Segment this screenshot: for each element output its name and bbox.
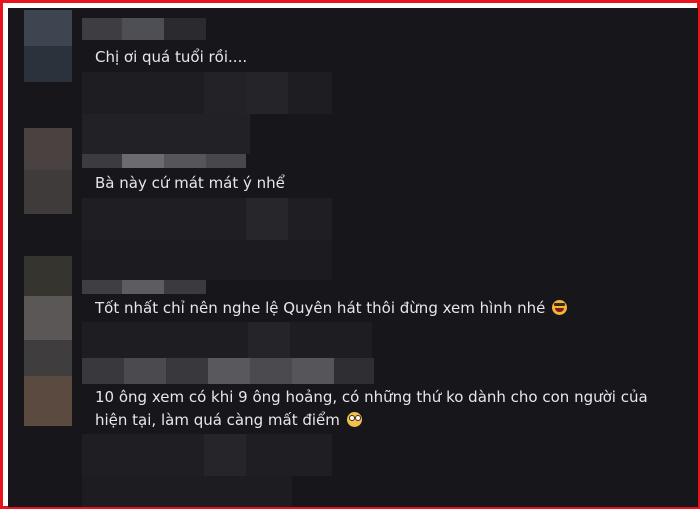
comment-text-line-1: 10 ông xem có khi 9 ông hoảng, có những … bbox=[95, 388, 648, 406]
flushed-face-emoji-icon bbox=[346, 412, 362, 427]
avatar[interactable] bbox=[24, 10, 72, 82]
comment-text: Chị ơi quá tuổi rồi.... bbox=[95, 48, 248, 66]
comments-panel: Chị ơi quá tuổi rồi.... Bà này cứ mát má… bbox=[8, 8, 698, 507]
avatar[interactable] bbox=[24, 128, 72, 214]
comment-text-content: Tốt nhất chỉ nên nghe lệ Quyên hát thôi … bbox=[95, 299, 546, 317]
comment-text: Bà này cứ mát mát ý nhể bbox=[95, 174, 285, 192]
laughing-face-emoji-icon bbox=[552, 300, 568, 315]
comment-text-line-2: hiện tại, làm quá càng mất điểm bbox=[95, 409, 362, 431]
red-frame: Chị ơi quá tuổi rồi.... Bà này cứ mát má… bbox=[0, 0, 700, 509]
avatar[interactable] bbox=[24, 256, 72, 342]
comment-text-content: hiện tại, làm quá càng mất điểm bbox=[95, 411, 340, 429]
avatar[interactable] bbox=[24, 340, 72, 426]
comment-text: Tốt nhất chỉ nên nghe lệ Quyên hát thôi … bbox=[95, 297, 568, 319]
